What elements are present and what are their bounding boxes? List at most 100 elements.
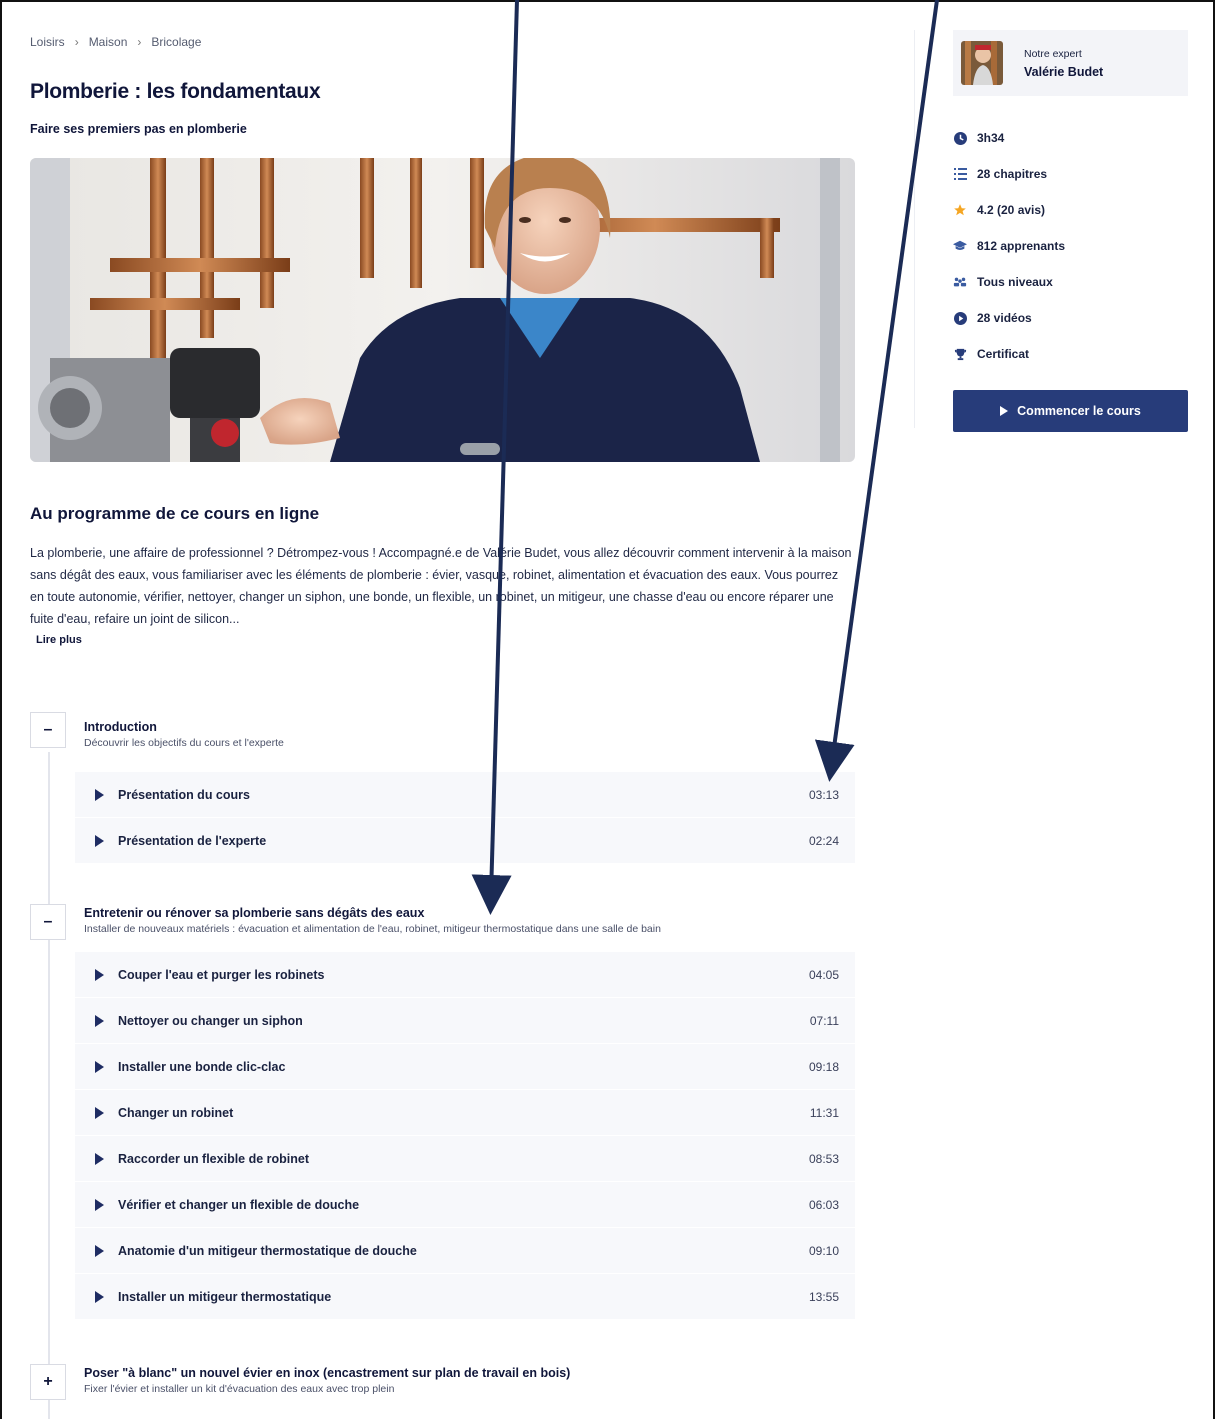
stat-level: Tous niveaux <box>953 264 1188 300</box>
start-course-button[interactable]: Commencer le cours <box>953 390 1188 432</box>
read-more-link[interactable]: Lire plus <box>36 634 82 646</box>
lesson-duration: 11:31 <box>809 1105 839 1120</box>
chapter-title: Introduction <box>84 720 157 734</box>
lesson-title: Anatomie d'un mitigeur thermostatique de… <box>118 1243 417 1258</box>
chapter-header[interactable]: – Entretenir ou rénover sa plomberie san… <box>30 904 855 952</box>
program-heading: Au programme de ce cours en ligne <box>30 504 320 523</box>
lesson-row[interactable]: Anatomie d'un mitigeur thermostatique de… <box>75 1228 855 1274</box>
stat-label: 28 vidéos <box>977 311 1032 325</box>
lesson-row[interactable]: Présentation du cours 03:13 <box>75 772 855 818</box>
play-icon <box>95 834 104 847</box>
lesson-title: Vérifier et changer un flexible de douch… <box>118 1197 360 1212</box>
stat-videos: 28 vidéos <box>953 300 1188 336</box>
stat-label: 28 chapitres <box>977 167 1048 181</box>
page-title: Plomberie : les fondamentaux <box>30 80 321 103</box>
breadcrumb-item-maison[interactable]: Maison <box>89 35 128 49</box>
expand-toggle-icon[interactable]: + <box>30 1364 66 1400</box>
stat-chapters: 28 chapitres <box>953 156 1188 192</box>
lesson-row[interactable]: Installer une bonde clic-clac 09:18 <box>75 1044 855 1090</box>
lesson-title: Nettoyer ou changer un siphon <box>118 1013 303 1028</box>
graduation-cap-icon <box>953 239 967 253</box>
chapter-entretenir: – Entretenir ou rénover sa plomberie san… <box>30 904 855 1320</box>
play-icon <box>95 968 104 981</box>
stat-rating: 4.2 (20 avis) <box>953 192 1188 228</box>
stat-label: Certificat <box>977 347 1030 361</box>
lesson-row[interactable]: Couper l'eau et purger les robinets 04:0… <box>75 952 855 998</box>
expert-card[interactable]: Notre expert Valérie Budet <box>953 30 1188 96</box>
program-description: La plomberie, une affaire de professionn… <box>30 546 852 626</box>
lesson-title: Présentation du cours <box>118 787 250 802</box>
lesson-title: Couper l'eau et purger les robinets <box>118 967 325 982</box>
lesson-duration: 04:05 <box>808 967 839 982</box>
stat-label: 3h34 <box>977 131 1005 145</box>
play-circle-icon <box>953 311 967 325</box>
lesson-duration: 02:24 <box>808 833 839 848</box>
lesson-duration: 03:13 <box>808 787 839 802</box>
play-icon <box>95 788 104 801</box>
stat-learners: 812 apprenants <box>953 228 1188 264</box>
star-icon <box>953 203 967 217</box>
stat-certificate: Certificat <box>953 336 1188 372</box>
stat-label: 812 apprenants <box>977 239 1066 253</box>
chevron-right-icon: › <box>137 35 142 49</box>
main-content: Loisirs › Maison › Bricolage Plomberie :… <box>30 30 855 648</box>
expert-name[interactable]: Valérie Budet <box>1024 65 1103 79</box>
chapter-text: Introduction Découvrir les objectifs du … <box>84 720 284 749</box>
users-icon <box>953 275 967 289</box>
play-icon <box>95 1290 104 1303</box>
lesson-row[interactable]: Installer un mitigeur thermostatique 13:… <box>75 1274 855 1320</box>
play-icon <box>95 1060 104 1073</box>
chapter-introduction: – Introduction Découvrir les objectifs d… <box>30 712 855 864</box>
play-icon <box>95 1014 104 1027</box>
chapter-title: Poser "à blanc" un nouvel évier en inox … <box>84 1366 571 1380</box>
chapter-header[interactable]: – Introduction Découvrir les objectifs d… <box>30 712 855 760</box>
chapter-subtitle: Fixer l'évier et installer un kit d'évac… <box>84 1383 395 1395</box>
lesson-title: Présentation de l'experte <box>118 833 267 848</box>
chapter-text: Poser "à blanc" un nouvel évier en inox … <box>84 1366 570 1395</box>
course-stats: 3h34 28 chapitres 4.2 (20 avis) 812 appr… <box>953 120 1188 372</box>
lesson-title: Changer un robinet <box>118 1105 234 1120</box>
lesson-row[interactable]: Nettoyer ou changer un siphon 07:11 <box>75 998 855 1044</box>
clock-icon <box>953 131 967 145</box>
lesson-duration: 07:11 <box>809 1013 839 1028</box>
lesson-title: Raccorder un flexible de robinet <box>118 1151 310 1166</box>
chevron-right-icon: › <box>74 35 79 49</box>
play-icon <box>95 1198 104 1211</box>
play-icon <box>1000 406 1009 416</box>
lesson-row[interactable]: Présentation de l'experte 02:24 <box>75 818 855 864</box>
course-hero-image <box>30 158 855 462</box>
stat-label: 4.2 (20 avis) <box>977 203 1046 217</box>
chapter-subtitle: Découvrir les objectifs du cours et l'ex… <box>84 737 284 749</box>
expert-label: Notre expert <box>1024 47 1082 60</box>
lesson-duration: 06:03 <box>808 1197 839 1212</box>
list-icon <box>953 167 967 181</box>
stat-duration: 3h34 <box>953 120 1188 156</box>
breadcrumb-item-bricolage[interactable]: Bricolage <box>151 35 201 49</box>
avatar <box>961 41 1003 85</box>
curriculum: – Introduction Découvrir les objectifs d… <box>30 712 855 1419</box>
play-icon <box>95 1152 104 1165</box>
lesson-row[interactable]: Vérifier et changer un flexible de douch… <box>75 1182 855 1228</box>
lesson-list: Présentation du cours 03:13 Présentation… <box>75 772 855 864</box>
lesson-row[interactable]: Changer un robinet 11:31 <box>75 1090 855 1136</box>
expert-info: Notre expert Valérie Budet <box>1024 48 1103 79</box>
sidebar-divider <box>914 30 915 428</box>
lesson-row[interactable]: Raccorder un flexible de robinet 08:53 <box>75 1136 855 1182</box>
page-subtitle: Faire ses premiers pas en plomberie <box>30 122 247 136</box>
chapter-subtitle: Installer de nouveaux matériels : évacua… <box>84 923 661 935</box>
lesson-duration: 13:55 <box>808 1289 839 1304</box>
lesson-title: Installer une bonde clic-clac <box>118 1059 286 1074</box>
lesson-duration: 08:53 <box>808 1151 839 1166</box>
chapter-title: Entretenir ou rénover sa plomberie sans … <box>84 906 425 920</box>
play-icon <box>95 1106 104 1119</box>
breadcrumb-item-loisirs[interactable]: Loisirs <box>30 35 65 49</box>
chapter-evier: + Poser "à blanc" un nouvel évier en ino… <box>30 1364 855 1412</box>
chapter-text: Entretenir ou rénover sa plomberie sans … <box>84 906 661 935</box>
play-icon <box>95 1244 104 1257</box>
lesson-title: Installer un mitigeur thermostatique <box>118 1289 332 1304</box>
lesson-list: Couper l'eau et purger les robinets 04:0… <box>75 952 855 1320</box>
start-course-label: Commencer le cours <box>1017 404 1141 418</box>
collapse-toggle-icon[interactable]: – <box>30 712 66 748</box>
collapse-toggle-icon[interactable]: – <box>30 904 66 940</box>
chapter-header[interactable]: + Poser "à blanc" un nouvel évier en ino… <box>30 1364 855 1412</box>
